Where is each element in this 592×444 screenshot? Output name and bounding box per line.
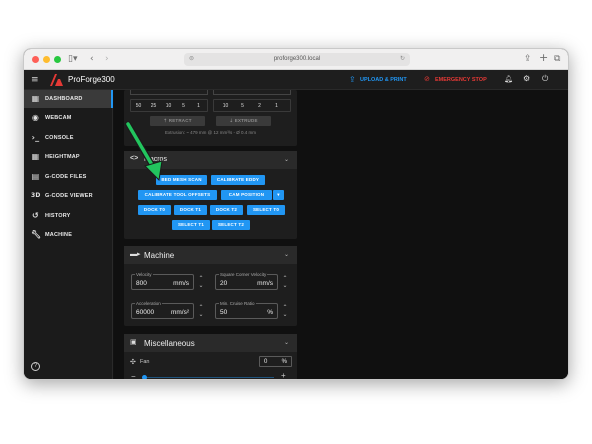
dock-t1-button[interactable]: DOCK T1 <box>174 205 207 215</box>
dock-t2-button[interactable]: DOCK T2 <box>210 205 243 215</box>
feed-amount-option[interactable]: 5 <box>178 102 189 111</box>
feed-rate-option[interactable]: 10 <box>220 102 231 111</box>
dashboard-icon: ▦ <box>31 94 40 103</box>
emergency-icon: ⊘ <box>424 76 430 83</box>
feed-rate-option[interactable]: 5 <box>237 102 248 111</box>
miscellaneous-header[interactable]: ▣ Miscellaneous ⌄ <box>124 334 297 352</box>
fan-label: Fan <box>140 359 150 365</box>
browser-window: ▯▾ ‹ › ⊜ proforge300.local ↻ ⇪ + ⧉ ≡ Pro… <box>23 48 569 380</box>
sidebar-item-gcode-files[interactable]: ▤ G-CODE FILES <box>24 168 113 186</box>
cam-position-button[interactable]: CAM POSITION <box>221 190 272 200</box>
square-corner-velocity-field[interactable]: Square Corner Velocity 20 mm/s <box>215 272 278 290</box>
browser-toolbar: ▯▾ ‹ › ⊜ proforge300.local ↻ ⇪ + ⧉ <box>24 49 568 70</box>
extrusion-factor-field[interactable] <box>130 90 208 95</box>
files-icon: ▤ <box>31 172 40 181</box>
share-icon[interactable]: ⇪ <box>524 53 532 65</box>
sidebar-item-console[interactable]: ›_ CONSOLE <box>24 129 113 147</box>
velocity-field[interactable]: Velocity 800 mm/s <box>131 272 194 290</box>
sidebar-item-webcam[interactable]: ◉ WEBCAM <box>24 109 113 127</box>
select-t0-button[interactable]: SELECT T0 <box>247 205 285 215</box>
collapse-icon[interactable]: ⌄ <box>284 156 289 163</box>
feed-amount-option[interactable]: 10 <box>163 102 174 111</box>
select-t1-button[interactable]: SELECT T1 <box>172 220 210 230</box>
site-settings-icon[interactable]: ⊜ <box>189 53 194 66</box>
machine-card: ▬▸ Machine ⌄ Velocity 800 mm/s ⌃ ⌄ Square… <box>124 246 297 326</box>
collapse-icon[interactable]: ⌄ <box>284 339 289 346</box>
feed-rate-option[interactable]: 1 <box>271 102 282 111</box>
extrusion-length-field[interactable] <box>213 90 291 95</box>
settings-icon[interactable]: ⚙ <box>523 74 530 83</box>
caret-down-icon: ▾ <box>277 192 280 197</box>
notification-bell-icon[interactable]: 🔔︎ <box>504 75 513 83</box>
machine-title: Machine <box>144 251 175 260</box>
address-bar[interactable]: ⊜ proforge300.local ↻ <box>184 53 410 66</box>
feed-amount-option[interactable]: 50 <box>133 102 144 111</box>
fan-slider-track[interactable] <box>144 377 274 378</box>
machine-icon: ▬▸ <box>130 251 141 258</box>
feed-amount-group: 50 25 10 5 1 <box>130 99 208 112</box>
feed-rate-option[interactable]: 2 <box>254 102 265 111</box>
min-cruise-ratio-field[interactable]: Min. Cruise Ratio 50 % <box>215 301 278 319</box>
sidebar-item-machine[interactable]: 🔧︎ MACHINE <box>24 226 113 244</box>
dock-t0-button[interactable]: DOCK T0 <box>138 205 171 215</box>
logo-icon <box>50 74 63 86</box>
sidebar-item-gcode-viewer[interactable]: 3D G-CODE VIEWER <box>24 187 113 205</box>
app-title[interactable]: ProForge300 <box>68 75 115 84</box>
emergency-stop-button[interactable]: EMERGENCY STOP <box>435 77 487 83</box>
3d-icon: 3D <box>31 192 41 199</box>
feed-amount-option[interactable]: 25 <box>148 102 159 111</box>
url-text: proforge300.local <box>273 56 321 62</box>
upload-icon: ⇪ <box>349 75 356 84</box>
acceleration-field[interactable]: Acceleration 60000 mm/s² <box>131 301 194 319</box>
fan-decrease-icon[interactable]: − <box>131 373 136 380</box>
collapse-icon[interactable]: ⌄ <box>284 251 289 258</box>
zoom-window-button[interactable] <box>54 56 61 63</box>
fan-increase-icon[interactable]: + <box>281 372 286 380</box>
minimize-window-button[interactable] <box>43 56 50 63</box>
square-corner-velocity-stepper[interactable]: ⌃ ⌄ <box>282 275 288 289</box>
forward-icon[interactable]: › <box>105 53 109 65</box>
annotation-arrow <box>125 121 163 182</box>
machine-header[interactable]: ▬▸ Machine ⌄ <box>124 246 297 264</box>
fan-slider-thumb[interactable] <box>142 375 147 379</box>
misc-icon: ▣ <box>130 339 137 346</box>
fan-icon: ✣ <box>130 359 136 366</box>
calibrate-eddy-button[interactable]: CALIBRATE EDDY <box>211 175 265 185</box>
extrude-button[interactable]: ⇣ EXTRUDE <box>216 116 271 126</box>
sidebar-item-heightmap[interactable]: ▦ HEIGHTMAP <box>24 148 113 166</box>
new-tab-icon[interactable]: + <box>539 52 548 64</box>
miscellaneous-card: ▣ Miscellaneous ⌄ ✣ Fan 0 % − + <box>124 334 297 380</box>
menu-icon[interactable]: ≡ <box>31 75 39 85</box>
sidebar-item-history[interactable]: ↺ HISTORY <box>24 207 113 225</box>
sidebar: ▦ DASHBOARD ◉ WEBCAM ›_ CONSOLE ▦ HEIGHT… <box>24 90 113 379</box>
acceleration-stepper[interactable]: ⌃ ⌄ <box>198 304 204 318</box>
upload-print-button[interactable]: UPLOAD & PRINT <box>360 77 407 83</box>
calibrate-tool-offsets-button[interactable]: CALIBRATE TOOL OFFSETS <box>138 190 217 200</box>
miscellaneous-title: Miscellaneous <box>144 339 195 348</box>
webcam-icon: ◉ <box>31 113 40 122</box>
min-cruise-ratio-stepper[interactable]: ⌃ ⌄ <box>282 304 288 318</box>
back-icon[interactable]: ‹ <box>90 53 94 65</box>
close-window-button[interactable] <box>32 56 39 63</box>
feed-rate-group: 10 5 2 1 <box>213 99 291 112</box>
sidebar-item-dashboard[interactable]: ▦ DASHBOARD <box>24 90 113 108</box>
grid-icon: ▦ <box>31 152 40 161</box>
velocity-stepper[interactable]: ⌃ ⌄ <box>198 275 204 289</box>
cam-position-menu-button[interactable]: ▾ <box>273 190 284 200</box>
help-icon[interactable]: ? <box>31 362 40 371</box>
main-content: 50 25 10 5 1 10 5 2 1 ⇡ RETRACT ⇣ EXTRUD… <box>114 90 568 380</box>
select-t2-button[interactable]: SELECT T2 <box>212 220 250 230</box>
console-icon: ›_ <box>31 133 40 142</box>
app-bar: ≡ ProForge300 ⇪ UPLOAD & PRINT ⊘ EMERGEN… <box>24 70 568 90</box>
wrench-icon: 🔧︎ <box>31 230 42 239</box>
sidebar-toggle-icon[interactable]: ▯▾ <box>68 53 77 65</box>
reload-icon[interactable]: ↻ <box>400 53 405 66</box>
tab-overview-icon[interactable]: ⧉ <box>554 53 560 65</box>
power-icon[interactable]: ⏻ <box>542 74 548 84</box>
history-icon: ↺ <box>32 211 39 220</box>
fan-speed-input[interactable]: 0 % <box>259 356 292 367</box>
feed-amount-option[interactable]: 1 <box>193 102 204 111</box>
